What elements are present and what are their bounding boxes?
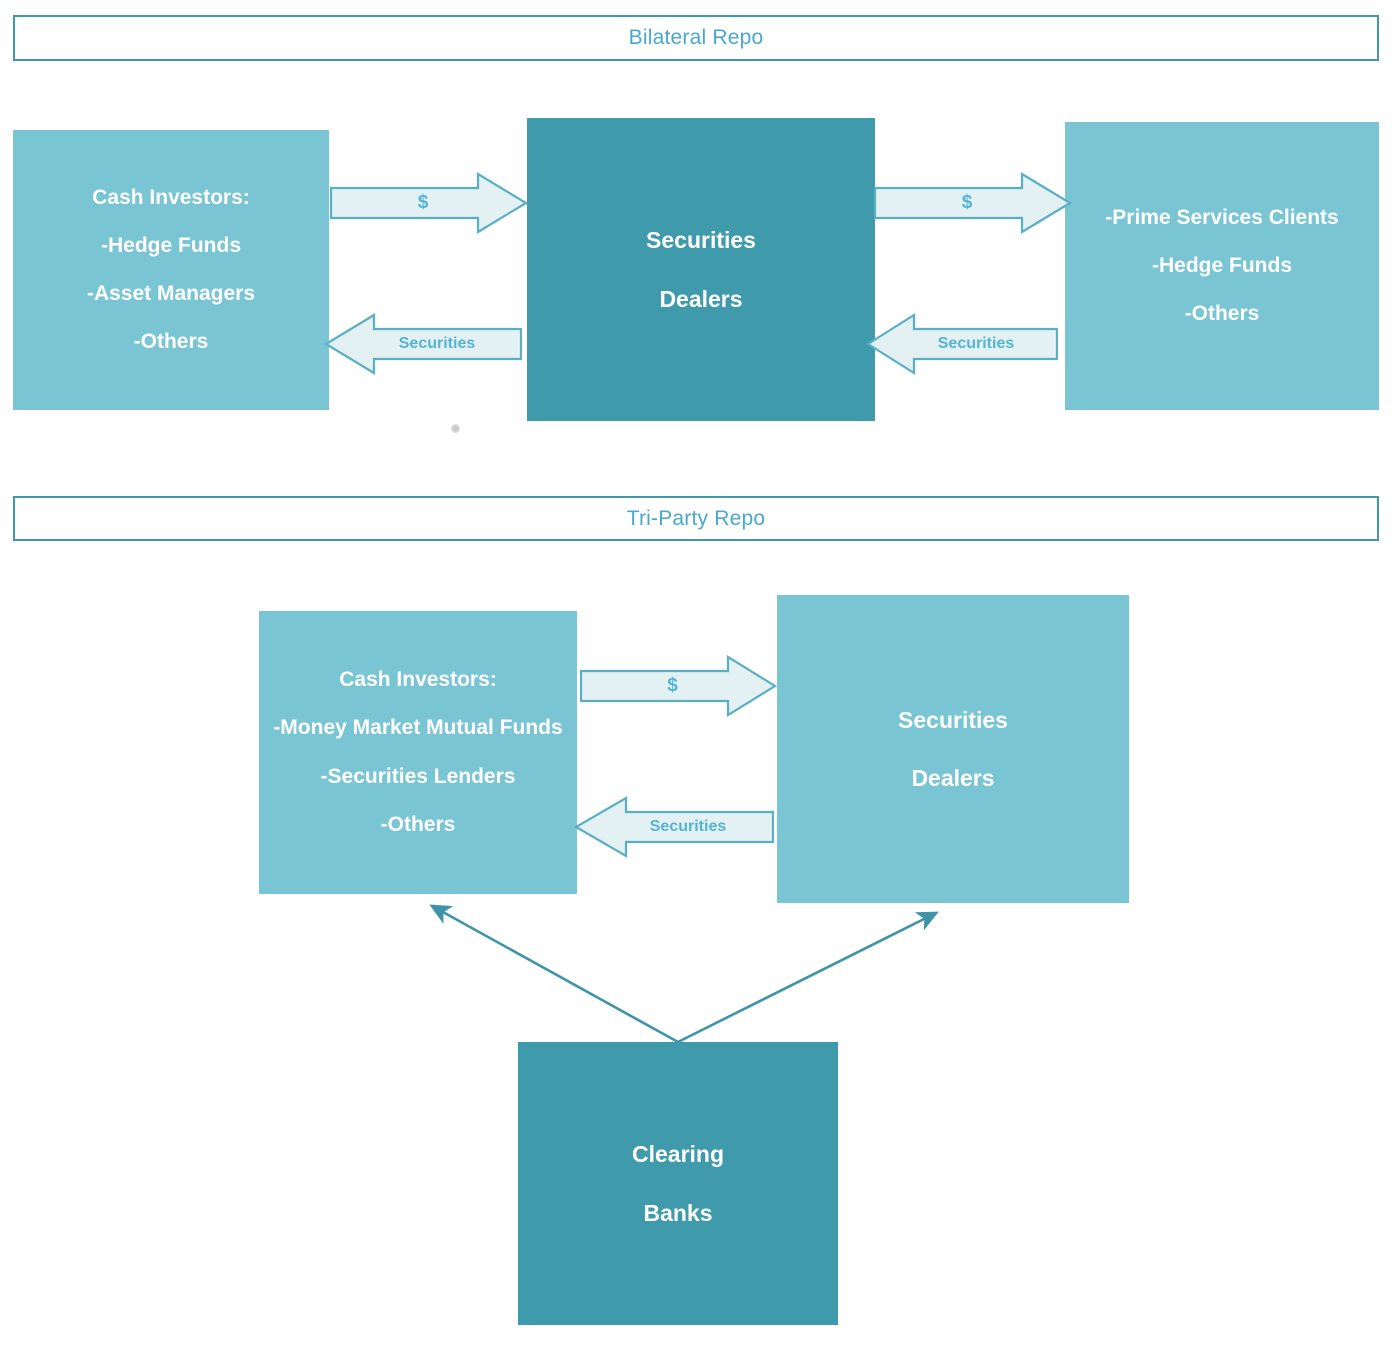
entity-line: Banks [643, 1199, 713, 1226]
entity-line: -Prime Services Clients [1105, 205, 1339, 229]
entity-line: Cash Investors: [339, 668, 497, 692]
entity-line: Securities [646, 227, 756, 254]
arrow-right-icon [330, 172, 528, 234]
entity-line: -Hedge Funds [1152, 253, 1292, 277]
entity-line: Dealers [659, 285, 743, 312]
entity-line: Cash Investors: [92, 185, 250, 209]
entity-line: Dealers [911, 765, 995, 791]
bilateral-prime-services-clients-box: -Prime Services Clients -Hedge Funds -Ot… [1065, 122, 1379, 410]
triparty-clearing-banks-box: Clearing Banks [518, 1042, 838, 1325]
entity-line: -Asset Managers [86, 282, 256, 305]
section-header-bilateral-repo: Bilateral Repo [13, 15, 1379, 61]
connector-clearing-to-securities-dealers [677, 911, 939, 1044]
bilateral-securities-dealers-box: Securities Dealers [527, 118, 875, 421]
arrow-label: $ [961, 192, 973, 213]
section-header-tri-party-repo: Tri-Party Repo [13, 496, 1379, 541]
entity-line: -Others [380, 812, 456, 836]
triparty-cash-flow-arrow: $ [580, 655, 777, 717]
bilateral-cash-flow-arrow-right: $ [874, 172, 1072, 234]
section-title-bilateral-repo: Bilateral Repo [628, 26, 764, 49]
triparty-cash-investors-box: Cash Investors: -Money Market Mutual Fun… [259, 611, 577, 894]
arrow-label: $ [417, 192, 429, 213]
triparty-securities-flow-arrow: Securities [574, 796, 774, 858]
section-title-tri-party-repo: Tri-Party Repo [626, 506, 766, 530]
arrow-right-icon [580, 655, 777, 717]
entity-line: -Others [133, 330, 209, 354]
entity-line: -Money Market Mutual Funds [273, 716, 563, 740]
entity-line: -Securities Lenders [320, 764, 516, 788]
entity-line: -Others [1184, 302, 1260, 326]
bilateral-securities-flow-arrow-right: Securities [866, 313, 1058, 375]
arrow-label: $ [667, 675, 678, 696]
arrow-label: Securities [649, 818, 727, 835]
stray-speck-artifact [451, 424, 460, 433]
connector-clearing-to-cash-investors [429, 904, 679, 1044]
bilateral-cash-flow-arrow-left: $ [330, 172, 528, 234]
entity-line: Clearing [631, 1141, 725, 1168]
bilateral-cash-investors-box: Cash Investors: -Hedge Funds -Asset Mana… [13, 130, 329, 410]
arrow-label: Securities [398, 335, 476, 352]
bilateral-securities-flow-arrow-left: Securities [324, 313, 522, 375]
triparty-securities-dealers-box: Securities Dealers [777, 595, 1129, 903]
arrow-right-icon [874, 172, 1072, 234]
entity-line: -Hedge Funds [101, 233, 241, 257]
entity-line: Securities [898, 706, 1008, 733]
repo-market-diagram: Bilateral Repo Cash Investors: -Hedge Fu… [0, 0, 1392, 1352]
arrow-label: Securities [937, 335, 1015, 352]
